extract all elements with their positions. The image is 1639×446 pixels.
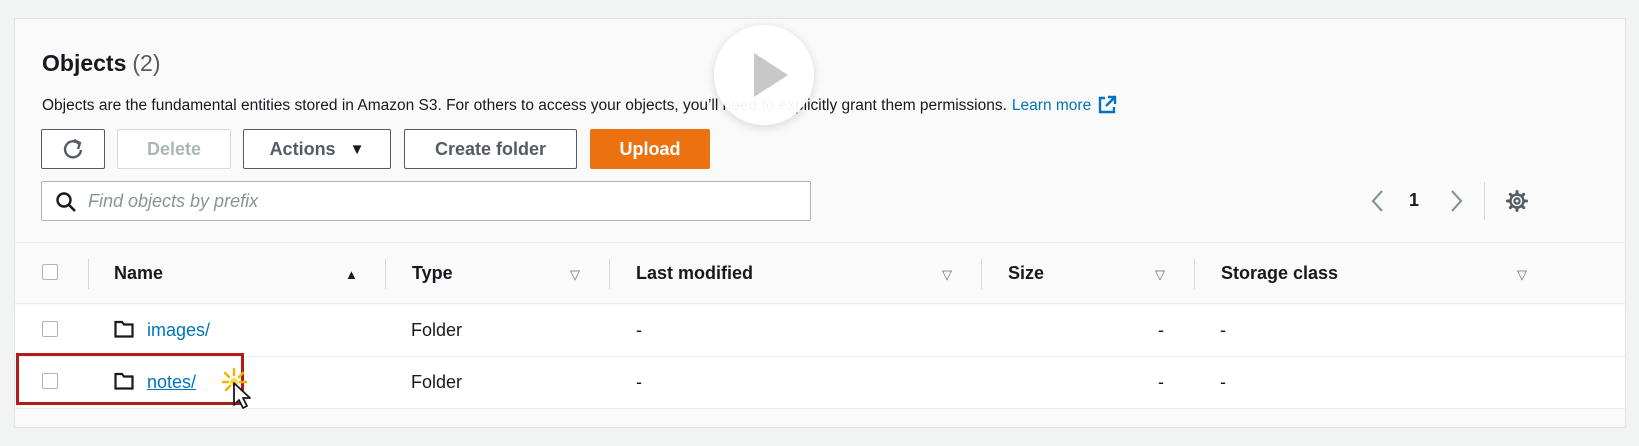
object-name-link[interactable]: images/ — [147, 320, 210, 341]
actions-dropdown[interactable]: Actions ▼ — [243, 129, 391, 169]
object-type: Folder — [411, 320, 463, 340]
pagination-divider — [1484, 182, 1485, 220]
table-header: Name ▲ Type ▽ Last modified ▽ Size ▽ Sto… — [15, 242, 1625, 304]
highlight-box — [16, 353, 244, 405]
gear-icon[interactable] — [1505, 189, 1529, 213]
column-header-size[interactable]: Size — [1008, 263, 1044, 284]
object-last-modified: - — [636, 372, 642, 392]
create-folder-button[interactable]: Create folder — [404, 129, 577, 169]
external-link-icon[interactable] — [1097, 95, 1117, 115]
column-separator — [1194, 259, 1195, 289]
column-header-type[interactable]: Type — [412, 263, 453, 284]
column-header-storage-class[interactable]: Storage class — [1221, 263, 1338, 284]
sort-icon[interactable]: ▽ — [1155, 267, 1165, 283]
page-number[interactable]: 1 — [1409, 190, 1419, 211]
play-icon — [754, 53, 788, 97]
row-checkbox[interactable] — [42, 321, 58, 337]
search-box — [41, 181, 811, 221]
object-storage-class: - — [1220, 372, 1226, 392]
column-header-name[interactable]: Name — [114, 263, 163, 284]
title-text: Objects — [42, 50, 127, 76]
select-all-checkbox[interactable] — [42, 264, 58, 280]
column-separator — [88, 259, 89, 289]
object-count: (2) — [132, 50, 161, 76]
object-size: - — [1158, 372, 1164, 392]
chevron-right-icon[interactable] — [1446, 189, 1466, 213]
learn-more-link[interactable]: Learn more — [1012, 97, 1091, 114]
object-last-modified: - — [636, 320, 642, 340]
sort-icon[interactable]: ▽ — [570, 267, 580, 283]
chevron-left-icon[interactable] — [1368, 189, 1388, 213]
description: Objects are the fundamental entities sto… — [42, 95, 1117, 115]
actions-label: Actions — [269, 138, 336, 159]
column-separator — [981, 259, 982, 289]
sort-icon[interactable]: ▽ — [942, 267, 952, 283]
upload-button[interactable]: Upload — [590, 129, 710, 169]
table-row: images/ Folder - - - — [15, 305, 1625, 357]
sort-icon[interactable]: ▽ — [1517, 267, 1527, 283]
delete-button[interactable]: Delete — [117, 129, 231, 169]
column-separator — [609, 259, 610, 289]
caret-down-icon: ▼ — [349, 140, 365, 158]
description-text: Objects are the fundamental entities sto… — [42, 97, 1007, 114]
folder-icon — [114, 320, 134, 338]
play-button[interactable] — [714, 25, 814, 125]
page-title: Objects (2) — [42, 50, 161, 77]
sort-ascending-icon[interactable]: ▲ — [345, 267, 358, 282]
object-size: - — [1158, 320, 1164, 340]
cursor-icon — [222, 367, 251, 409]
object-type: Folder — [411, 372, 463, 392]
column-header-last-modified[interactable]: Last modified — [636, 263, 753, 284]
column-separator — [385, 259, 386, 289]
refresh-icon — [63, 138, 83, 159]
search-icon — [56, 192, 76, 212]
refresh-button[interactable] — [41, 129, 105, 169]
table-row: notes/ Folder - - - — [15, 357, 1625, 409]
search-input[interactable] — [86, 182, 790, 221]
object-storage-class: - — [1220, 320, 1226, 340]
